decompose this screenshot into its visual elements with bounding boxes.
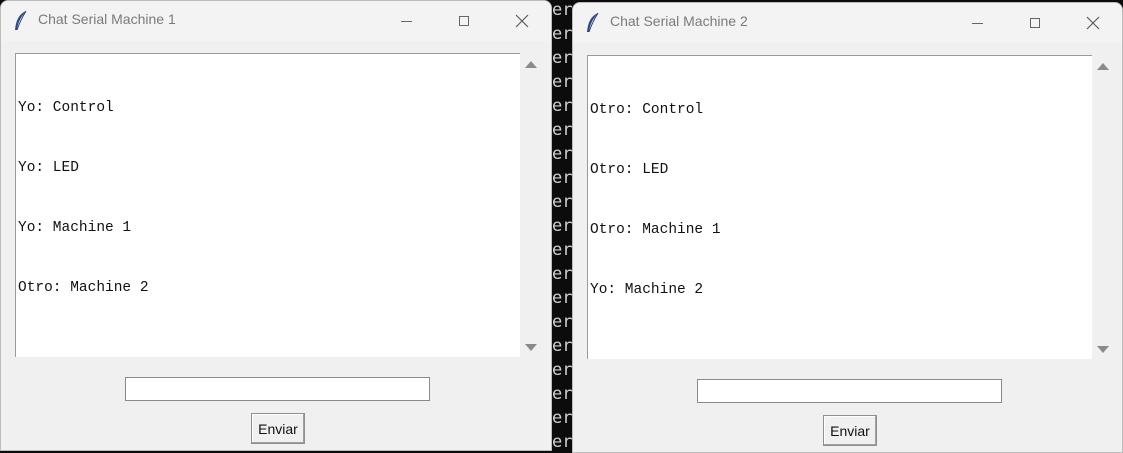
chat-window-1: Chat Serial Machine 1 Yo: Control Yo: LE… — [0, 0, 552, 451]
chat-history[interactable]: Yo: Control Yo: LED Yo: Machine 1 Otro: … — [15, 53, 520, 357]
feather-icon — [587, 12, 599, 33]
send-button[interactable]: Enviar — [823, 415, 877, 446]
chat-message: Otro: Machine 2 — [18, 280, 149, 296]
scroll-up-arrow-icon[interactable] — [525, 61, 537, 68]
terminal-line: er — [552, 384, 573, 404]
terminal-line: er — [552, 0, 573, 20]
scroll-down-arrow-icon[interactable] — [525, 344, 537, 351]
close-icon — [1086, 16, 1100, 30]
terminal-line: er — [552, 408, 573, 428]
terminal-line: er — [552, 192, 573, 212]
close-icon — [515, 14, 529, 28]
chat-message: Otro: LED — [590, 162, 669, 178]
minimize-icon — [971, 22, 983, 24]
terminal-line: er — [552, 24, 573, 44]
chat-history[interactable]: Otro: Control Otro: LED Otro: Machine 1 … — [587, 55, 1092, 359]
message-input[interactable] — [697, 379, 1002, 403]
maximize-button[interactable] — [435, 1, 493, 41]
terminal-line: er — [552, 120, 573, 140]
minimize-button[interactable] — [948, 3, 1006, 43]
chat-message: Otro: Machine 1 — [590, 222, 721, 238]
terminal-line: er — [552, 432, 573, 451]
maximize-button[interactable] — [1006, 3, 1064, 43]
maximize-icon — [459, 16, 469, 26]
terminal-line: er — [552, 336, 573, 356]
message-input[interactable] — [125, 377, 430, 401]
terminal-line: er — [552, 48, 573, 68]
terminal-line: er — [552, 216, 573, 236]
close-button[interactable] — [493, 1, 551, 41]
vertical-scrollbar[interactable] — [1093, 55, 1113, 359]
terminal-line: er — [552, 96, 573, 116]
minimize-button[interactable] — [377, 1, 435, 41]
chat-message: Otro: Control — [590, 102, 704, 118]
feather-icon — [15, 10, 27, 31]
chat-window-2: Chat Serial Machine 2 Otro: Control Otro… — [572, 2, 1123, 453]
terminal-line: er — [552, 360, 573, 380]
close-button[interactable] — [1064, 3, 1122, 43]
window-title: Chat Serial Machine 1 — [38, 11, 176, 27]
background-terminal: er er er er er er er er er er er er er e… — [550, 0, 574, 451]
chat-message: Yo: Machine 1 — [18, 220, 132, 236]
send-button[interactable]: Enviar — [251, 413, 305, 444]
terminal-line: er — [552, 168, 573, 188]
terminal-line: er — [552, 240, 573, 260]
title-bar[interactable]: Chat Serial Machine 2 — [573, 3, 1122, 43]
chat-message: Yo: Control — [18, 100, 114, 116]
title-bar[interactable]: Chat Serial Machine 1 — [1, 1, 551, 41]
scroll-down-arrow-icon[interactable] — [1097, 346, 1109, 353]
minimize-icon — [400, 20, 412, 22]
scroll-up-arrow-icon[interactable] — [1097, 63, 1109, 70]
terminal-line: er — [552, 312, 573, 332]
window-title: Chat Serial Machine 2 — [610, 13, 748, 29]
chat-message: Yo: LED — [18, 160, 79, 176]
terminal-line: er — [552, 72, 573, 92]
terminal-line: er — [552, 144, 573, 164]
maximize-icon — [1030, 18, 1040, 28]
terminal-line: er — [552, 288, 573, 308]
terminal-line: er — [552, 264, 573, 284]
vertical-scrollbar[interactable] — [521, 53, 541, 357]
chat-message: Yo: Machine 2 — [590, 282, 704, 298]
